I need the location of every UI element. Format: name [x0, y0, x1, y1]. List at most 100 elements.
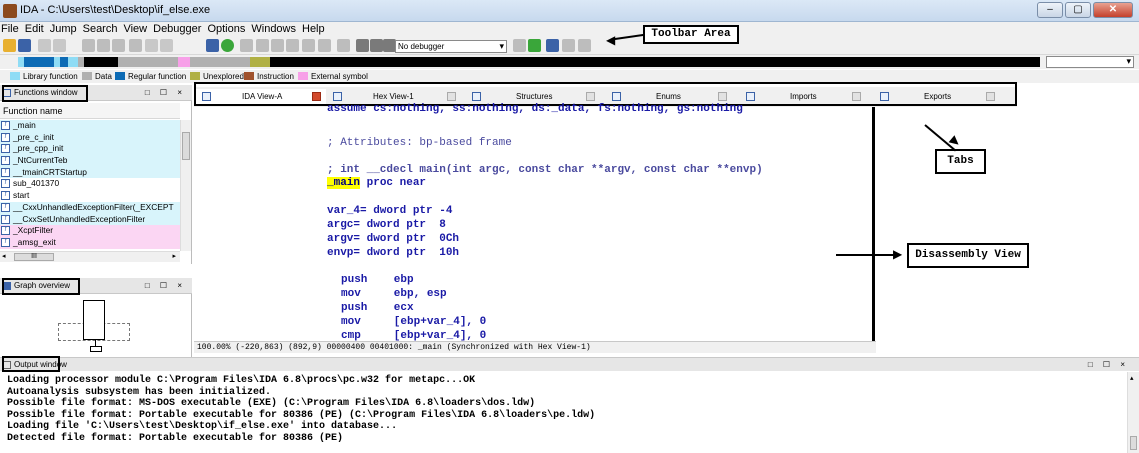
function-icon: f — [1, 167, 10, 177]
new-graph-icon[interactable] — [546, 39, 559, 52]
close-button[interactable]: ✕ — [1093, 2, 1133, 18]
menu-options[interactable]: Options — [204, 22, 248, 37]
function-list-item[interactable]: f _pre_c_init — [0, 131, 180, 144]
menu-windows[interactable]: Windows — [248, 22, 299, 37]
output-line: Possible file format: MS-DOS executable … — [7, 398, 536, 409]
instruction-line[interactable]: push ecx — [341, 302, 414, 314]
function-name: _pre_c_init — [13, 131, 54, 142]
toolbar: No debugger — [0, 37, 1139, 55]
call-graph-icon[interactable] — [578, 39, 591, 52]
menu-view[interactable]: View — [120, 22, 150, 37]
window-controls: – ▢ ✕ — [1037, 2, 1133, 18]
menu-jump[interactable]: Jump — [47, 22, 80, 37]
back-icon[interactable] — [38, 39, 51, 52]
menu-debugger[interactable]: Debugger — [150, 22, 204, 37]
minimize-button[interactable]: – — [1037, 2, 1063, 18]
function-name: __tmainCRTStartup — [13, 166, 87, 177]
paste-icon[interactable] — [97, 39, 110, 52]
graph-icon[interactable] — [206, 39, 219, 52]
output-window-highlight — [2, 356, 60, 372]
function-name: start — [13, 190, 30, 201]
arrow-head-icon: ▶ — [893, 247, 903, 261]
menu-edit[interactable]: Edit — [22, 22, 47, 37]
breakpoint-icon[interactable] — [528, 39, 541, 52]
delete-icon[interactable] — [337, 39, 350, 52]
copy-icon[interactable] — [82, 39, 95, 52]
var-line[interactable]: argv= dword ptr 0Ch — [327, 233, 459, 245]
instruction-line[interactable]: mov [ebp+var_4], 0 — [341, 316, 486, 328]
disassembly-arrow — [836, 254, 896, 256]
nav-segment — [24, 57, 54, 67]
nav-segment — [68, 57, 78, 67]
output-window-header: Output window □ ☐ × — [0, 357, 1139, 371]
forward-icon[interactable] — [53, 39, 66, 52]
navigation-bar[interactable] — [18, 57, 1040, 67]
function-list-item[interactable]: f _XcptFilter — [0, 225, 180, 237]
run-icon[interactable] — [221, 39, 234, 52]
menu-file[interactable]: File — [0, 22, 22, 37]
functions-hscrollbar[interactable]: ◂ III ▸ — [0, 251, 180, 262]
down-arrow-icon[interactable] — [145, 39, 158, 52]
pane-divider[interactable] — [872, 107, 875, 341]
functions-window: Functions window □ ☐ × Function name f _m… — [0, 85, 192, 264]
function-list-item[interactable]: f start — [0, 190, 180, 202]
instruction-line[interactable]: push ebp — [341, 274, 414, 286]
open-icon[interactable] — [3, 39, 16, 52]
scroll-right-icon[interactable]: ▸ — [172, 252, 176, 262]
scroll-left-icon[interactable]: ◂ — [2, 252, 6, 262]
output-line: Possible file format: Portable executabl… — [7, 409, 596, 421]
menu-search[interactable]: Search — [80, 22, 121, 37]
functions-window-buttons[interactable]: □ ☐ × — [145, 85, 186, 101]
output-line: Detected file format: Portable executabl… — [7, 432, 344, 444]
legend-item: Regular function — [115, 70, 186, 83]
function-list-item[interactable]: f __CxxUnhandledExceptionFilter(_EXCEPT — [0, 201, 180, 214]
structure-icon[interactable] — [318, 39, 331, 52]
arrow-head-icon: ◀ — [606, 33, 616, 47]
xref-to-icon[interactable] — [271, 39, 284, 52]
instruction-line[interactable]: mov ebp, esp — [341, 288, 447, 300]
proc-name[interactable]: _main — [327, 177, 361, 189]
binary-search-icon[interactable] — [112, 39, 125, 52]
debugger-select[interactable]: No debugger — [395, 40, 507, 53]
xref-icon[interactable] — [256, 39, 269, 52]
code-icon[interactable] — [160, 39, 173, 52]
scroll-thumb[interactable] — [1130, 436, 1137, 450]
user-xref-icon[interactable] — [302, 39, 315, 52]
nav-segment — [118, 57, 178, 67]
nav-segment — [190, 57, 250, 67]
function-list-item[interactable]: f _pre_cpp_init — [0, 143, 180, 156]
function-name-column[interactable]: Function name — [0, 103, 180, 119]
hscroll-thumb[interactable]: III — [14, 253, 54, 261]
var-line[interactable]: argc= dword ptr 8 — [327, 219, 446, 231]
pause-icon[interactable] — [370, 39, 383, 52]
graph-overview-buttons[interactable]: □ ☐ × — [145, 278, 186, 294]
menu-help[interactable]: Help — [299, 22, 328, 37]
play-icon[interactable] — [356, 39, 369, 52]
function-list-item[interactable]: f _NtCurrentTeb — [0, 155, 180, 167]
function-list-item[interactable]: f _amsg_exit — [0, 236, 180, 249]
disassembly-view-callout: Disassembly View — [907, 243, 1029, 268]
functions-scrollbar[interactable] — [180, 120, 191, 251]
function-list-item[interactable]: f sub_401370 — [0, 178, 180, 191]
function-list-item[interactable]: f __tmainCRTStartup — [0, 166, 180, 179]
save-icon[interactable] — [18, 39, 31, 52]
function-list-item[interactable]: f __CxxSetUnhandledExceptionFilter — [0, 213, 180, 226]
segment-select[interactable] — [1046, 56, 1134, 68]
text-search-icon[interactable] — [129, 39, 142, 52]
scroll-thumb[interactable] — [182, 132, 190, 160]
output-window-buttons[interactable]: □ ☐ × — [1088, 358, 1129, 372]
disassembly-view[interactable]: assume cs:nothing, ss:nothing, ds:_data,… — [322, 103, 872, 342]
xref-from-icon[interactable] — [286, 39, 299, 52]
var-line[interactable]: envp= dword ptr 10h — [327, 247, 459, 259]
function-list-item[interactable]: f _main — [0, 120, 180, 132]
chart-icon[interactable] — [240, 39, 253, 52]
scroll-up-icon[interactable]: ▴ — [1130, 374, 1134, 382]
maximize-button[interactable]: ▢ — [1065, 2, 1091, 18]
output-scrollbar[interactable]: ▴ — [1127, 372, 1139, 453]
function-name: _XcptFilter — [13, 225, 54, 236]
debugger-options-icon[interactable] — [513, 39, 526, 52]
output-window[interactable]: Loading processor module C:\Program File… — [0, 372, 1127, 453]
var-line[interactable]: var_4= dword ptr -4 — [327, 205, 452, 217]
function-signature: ; int __cdecl main(int argc, const char … — [327, 164, 763, 176]
flow-chart-icon[interactable] — [562, 39, 575, 52]
